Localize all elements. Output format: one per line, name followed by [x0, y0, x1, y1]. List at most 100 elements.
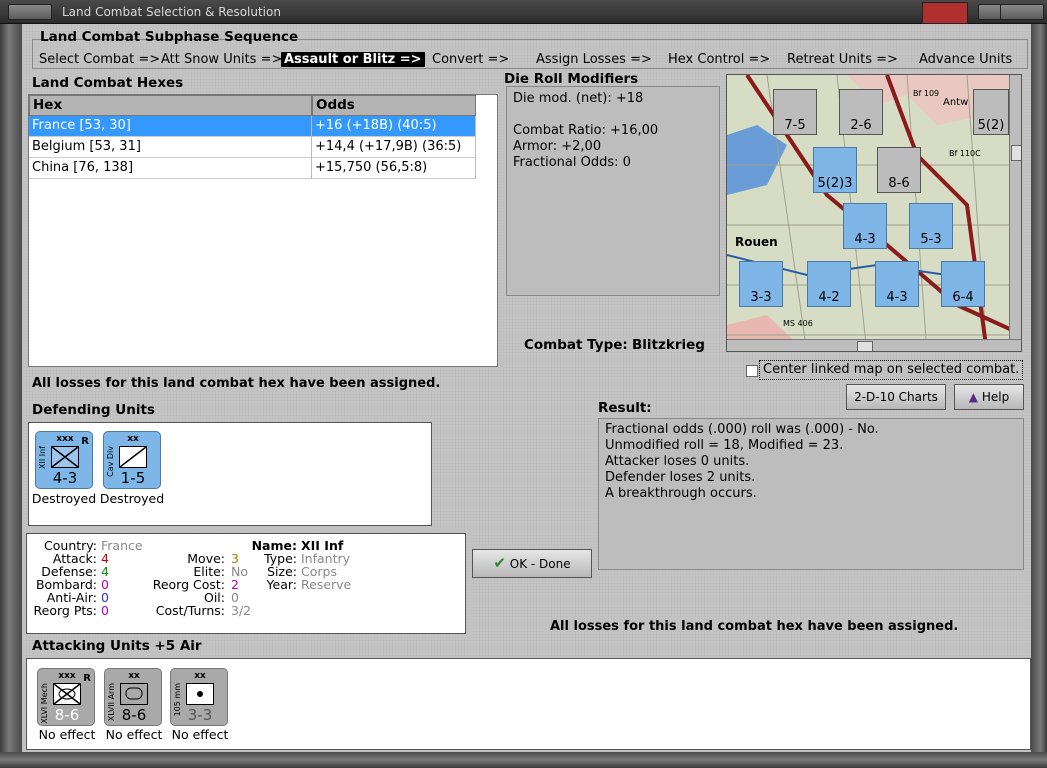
col-hex[interactable]: Hex: [29, 95, 312, 116]
map-counter[interactable]: 4-2: [807, 261, 851, 307]
unit-counter[interactable]: xxx R XLVI Mech 8-6: [37, 668, 95, 726]
unit-values: 1-5: [120, 469, 146, 487]
map-counter[interactable]: 8-6: [877, 147, 921, 193]
map-vscrollbar[interactable]: [1009, 75, 1021, 339]
reorg-pts-label: Reorg Pts:: [33, 603, 97, 618]
ok-done-label: OK - Done: [509, 557, 571, 571]
step-assign-losses: Assign Losses =>: [536, 52, 652, 67]
unit-result: Destroyed: [99, 491, 165, 506]
combat-hexes-table: Hex Odds France [53, 30] +16 (+18B) (40:…: [28, 94, 498, 367]
step-select-combat: Select Combat =>: [39, 52, 161, 67]
map-hscrollbar[interactable]: [727, 339, 1021, 351]
map-label: Rouen: [735, 235, 778, 249]
hex-cell: China [76, 138]: [29, 158, 312, 179]
col-odds[interactable]: Odds: [312, 95, 476, 116]
result-line: Fractional odds (.000) roll was (.000) -…: [605, 422, 879, 437]
window-title: Land Combat Selection & Resolution: [62, 5, 281, 19]
modifier-line: Fractional Odds: 0: [513, 155, 631, 170]
ok-done-button[interactable]: ✔ OK - Done: [472, 549, 592, 578]
table-row[interactable]: China [76, 138] +15,750 (56,5:8): [29, 158, 476, 179]
step-assault-blitz: Assault or Blitz =>: [281, 52, 425, 67]
unit-mark: R: [83, 673, 91, 684]
unit-counter[interactable]: xx XLVII Arm 8-6: [104, 668, 162, 726]
unit-values: 4-3: [52, 469, 78, 487]
map-counter[interactable]: 5(2)3: [813, 147, 857, 193]
step-att-snow: Att Snow Units =>: [161, 52, 283, 67]
modifiers-heading: Die Roll Modifiers: [504, 71, 639, 87]
flag-icon: [922, 2, 968, 24]
center-map-option[interactable]: Center linked map on selected combat.: [746, 360, 1023, 380]
result-line: Attacker loses 0 units.: [605, 454, 750, 469]
modifier-line: Combat Ratio: +16,00: [513, 123, 659, 138]
mechanized-icon: [53, 683, 81, 705]
odds-cell: +15,750 (56,5:8): [312, 158, 476, 179]
step-advance: Advance Units: [919, 52, 1013, 67]
modifier-line: Die mod. (net): +18: [513, 91, 644, 106]
hexes-heading: Land Combat Hexes: [32, 75, 184, 91]
unit-values: 8-6: [121, 706, 147, 724]
hex-cell: Belgium [53, 31]: [29, 137, 312, 158]
window-frame-bottom: [0, 752, 1047, 768]
minimize-button[interactable]: [8, 4, 52, 20]
map-counter[interactable]: 2-6: [839, 89, 883, 135]
map-vscroll-thumb[interactable]: [1011, 145, 1021, 161]
window-frame-left: [0, 24, 22, 768]
map-counter[interactable]: 5-3: [909, 203, 953, 249]
result-line: A breakthrough occurs.: [605, 486, 757, 501]
table-row[interactable]: France [53, 30] +16 (+18B) (40:5): [29, 116, 476, 137]
unit-name: XII Inf: [38, 446, 47, 469]
combat-type-label: Combat Type:: [524, 337, 628, 353]
help-icon: ▲: [968, 390, 979, 404]
unit-values: 8-6: [54, 706, 80, 724]
result-heading: Result:: [598, 400, 652, 416]
mini-map[interactable]: 7-5 2-6 5(2)3 8-6 4-3 5-3 3-3 4-2 4-3 6-…: [726, 74, 1022, 352]
defending-heading: Defending Units: [32, 402, 155, 418]
map-counter[interactable]: 4-3: [875, 261, 919, 307]
artillery-icon: [186, 683, 214, 705]
result-line: Defender loses 2 units.: [605, 470, 756, 485]
defending-units-panel: xxx R XII Inf 4-3 Destroyed xx Cav Div 1…: [28, 422, 432, 526]
map-counter[interactable]: 5(2): [973, 89, 1009, 135]
odds-cell: +14,4 (+17,9B) (36:5): [312, 137, 476, 158]
modifier-line: [513, 107, 713, 123]
map-label: Antw: [943, 97, 969, 108]
map-counter[interactable]: 6-4: [941, 261, 985, 307]
unit-size: xx: [127, 434, 139, 444]
attacking-heading: Attacking Units +5 Air: [32, 638, 202, 654]
reorg-pts-value: 0: [101, 603, 109, 618]
losses-message-bottom: All losses for this land combat hex have…: [550, 619, 959, 634]
map-counter[interactable]: 4-3: [843, 203, 887, 249]
attacking-units-panel: xxx R XLVI Mech 8-6 No effect xx XLVII A…: [26, 658, 1031, 750]
unit-result: No effect: [171, 727, 229, 742]
unit-counter[interactable]: xx 105 mm 3-3: [170, 668, 228, 726]
center-map-checkbox[interactable]: [746, 365, 758, 377]
modifiers-panel: Die mod. (net): +18 Combat Ratio: +16,00…: [506, 86, 720, 296]
unit-counter[interactable]: xx Cav Div 1-5: [103, 431, 161, 489]
help-button[interactable]: ▲ Help: [954, 384, 1024, 410]
cost-turns-value: 3/2: [231, 603, 252, 618]
title-bar: Land Combat Selection & Resolution: [0, 0, 1047, 24]
unit-mark: R: [81, 436, 89, 447]
year-value: Reserve: [301, 577, 352, 592]
unit-size: xx: [194, 671, 206, 681]
map-label: Bf 109: [913, 89, 940, 98]
hex-cell: France [53, 30]: [29, 116, 312, 137]
map-counter[interactable]: 3-3: [739, 261, 783, 307]
table-row[interactable]: Belgium [53, 31] +14,4 (+17,9B) (36:5): [29, 137, 476, 158]
map-counter[interactable]: 7-5: [773, 89, 817, 135]
armor-icon: [120, 683, 148, 705]
combat-type-value: Blitzkrieg: [632, 337, 705, 353]
odds-cell: +16 (+18B) (40:5): [312, 116, 476, 137]
losses-message-top: All losses for this land combat hex have…: [32, 376, 441, 391]
map-hscroll-thumb[interactable]: [857, 341, 873, 351]
map-label: MS 406: [783, 319, 813, 328]
modifier-line: Armor: +2,00: [513, 139, 602, 154]
unit-counter[interactable]: xxx R XII Inf 4-3: [35, 431, 93, 489]
year-label: Year:: [266, 577, 297, 592]
step-retreat: Retreat Units =>: [787, 52, 898, 67]
charts-button[interactable]: 2-D-10 Charts: [846, 384, 946, 410]
unit-values: 3-3: [187, 706, 213, 724]
help-label: Help: [981, 390, 1010, 404]
close-button[interactable]: [1000, 4, 1044, 20]
dialog-body: Land Combat Subphase Sequence Select Com…: [22, 24, 1031, 752]
